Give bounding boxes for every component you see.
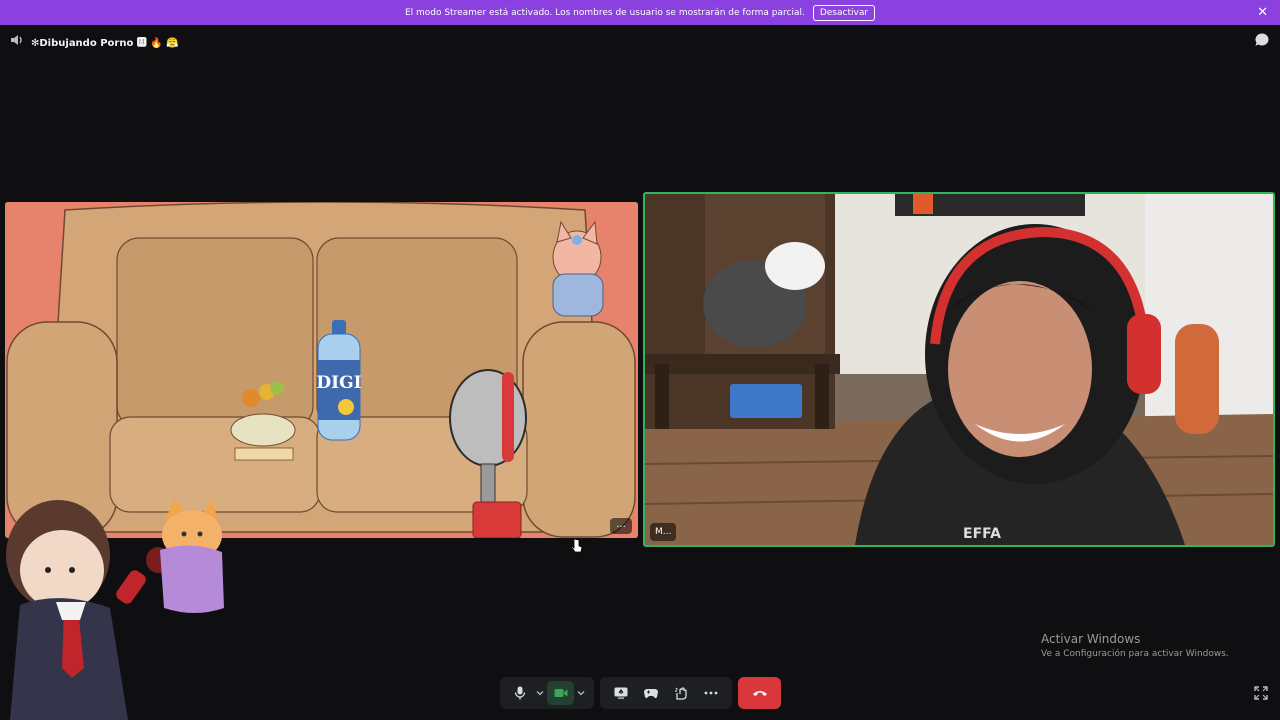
more-options-button[interactable] xyxy=(697,681,725,705)
chat-icon[interactable] xyxy=(1254,32,1270,48)
soundboard-icon xyxy=(675,687,687,700)
camera-options-button[interactable] xyxy=(574,681,588,705)
microphone-options-button[interactable] xyxy=(533,681,547,705)
audio-video-controls xyxy=(500,677,594,709)
call-header: ✻Dibujando Porno 🅼 🔥 😤 xyxy=(0,26,1280,54)
screen-share-icon xyxy=(614,687,628,699)
hang-up-icon xyxy=(752,691,767,696)
activity-controls xyxy=(600,677,732,709)
windows-activation-watermark: Activar Windows Ve a Configuración para … xyxy=(1041,632,1229,659)
channel-name: ✻Dibujando Porno 🅼 🔥 😤 xyxy=(31,38,179,49)
microphone-icon xyxy=(514,686,525,700)
streamer-mode-banner: El modo Streamer está activado. Los nomb… xyxy=(0,0,1280,25)
microphone-button[interactable] xyxy=(506,681,533,705)
activities-button[interactable] xyxy=(637,681,665,705)
camera-button[interactable] xyxy=(547,681,575,705)
gamepad-icon xyxy=(644,689,658,698)
participant-tile-right[interactable]: EFFA M... xyxy=(643,192,1275,547)
banner-message: El modo Streamer está activado. Los nomb… xyxy=(404,7,805,18)
voice-channel-icon xyxy=(11,35,22,45)
couch-scene: DIGI xyxy=(5,202,638,538)
mouse-cursor-icon xyxy=(571,538,583,553)
screen-share-button[interactable] xyxy=(607,681,635,705)
disable-streamer-mode-button[interactable]: Desactivar xyxy=(812,4,876,21)
watermark-subtitle: Ve a Configuración para activar Windows. xyxy=(1041,649,1229,659)
camera-icon xyxy=(554,689,568,697)
participant-tile-left[interactable]: DIGI ... xyxy=(5,202,638,538)
more-icon xyxy=(704,691,718,695)
disconnect-button[interactable] xyxy=(738,677,781,709)
shirt-text: EFFA xyxy=(963,526,1001,542)
participant-nametag: M... xyxy=(650,523,677,541)
watermark-title: Activar Windows xyxy=(1041,632,1141,646)
close-banner-icon[interactable]: ✕ xyxy=(1257,5,1268,20)
webcam-feed: EFFA xyxy=(645,194,1273,545)
chevron-down-icon xyxy=(577,691,585,696)
avatar-overlay xyxy=(6,498,224,720)
tile-more-options-button[interactable]: ... xyxy=(610,518,632,534)
bottle-label: DIGI xyxy=(316,373,361,393)
chevron-down-icon xyxy=(536,691,544,696)
soundboard-button[interactable] xyxy=(667,681,695,705)
fullscreen-icon[interactable] xyxy=(1254,686,1268,700)
